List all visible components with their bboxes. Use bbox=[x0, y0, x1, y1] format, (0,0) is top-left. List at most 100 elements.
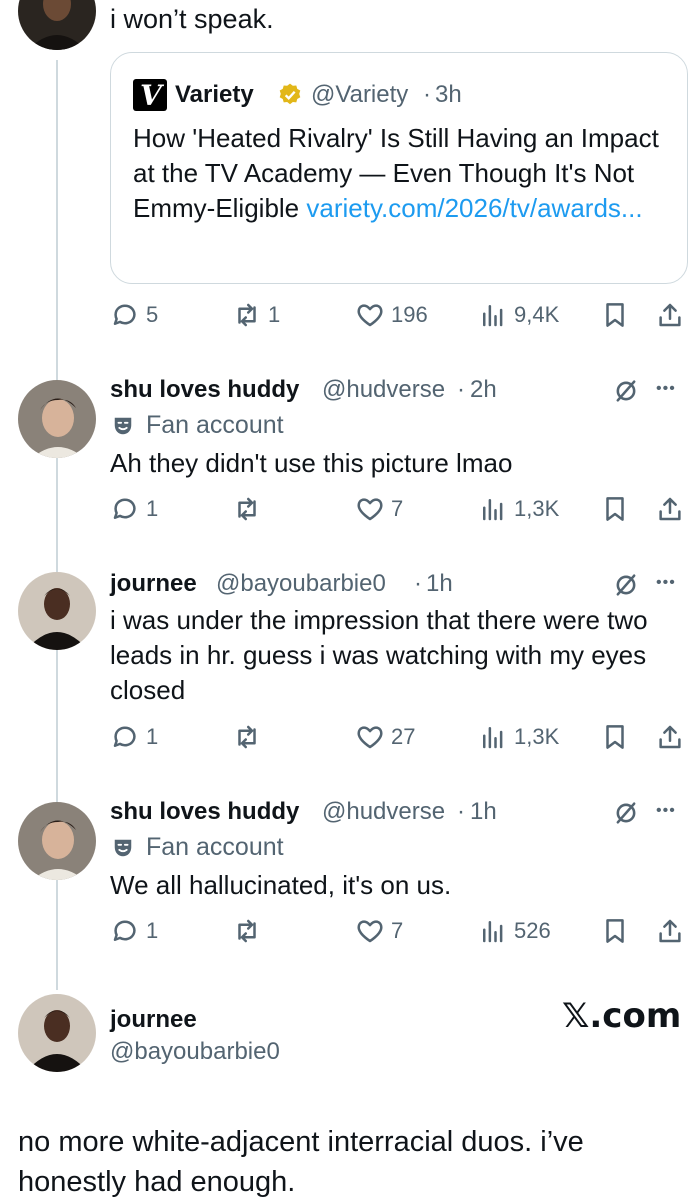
heart-icon bbox=[357, 726, 383, 749]
avatar[interactable] bbox=[18, 994, 96, 1072]
views-count: 526 bbox=[514, 918, 551, 943]
fan-account-label: Fan account bbox=[146, 411, 284, 439]
reply-author-name[interactable]: shu loves huddy bbox=[110, 376, 299, 404]
quote-time: 3h bbox=[435, 81, 462, 108]
fan-account-icon bbox=[112, 837, 134, 864]
reply-author-handle[interactable]: @bayoubarbie0 bbox=[216, 570, 386, 598]
repost-icon bbox=[238, 725, 256, 749]
reply-button[interactable]: 5 bbox=[110, 300, 158, 330]
variety-logo-letter: V bbox=[140, 79, 162, 112]
repost-button[interactable] bbox=[232, 722, 268, 752]
reply-time: 1h bbox=[426, 570, 453, 597]
like-count: 7 bbox=[391, 496, 404, 521]
like-button[interactable]: 7 bbox=[355, 494, 403, 524]
share-icon bbox=[659, 919, 681, 943]
quote-dot: · bbox=[423, 81, 431, 108]
bookmark-icon bbox=[606, 725, 624, 749]
heart-icon bbox=[357, 498, 383, 521]
grok-icon[interactable] bbox=[612, 799, 640, 832]
avatar[interactable] bbox=[18, 0, 96, 50]
bookmark-icon bbox=[606, 919, 624, 943]
reply-author-handle[interactable]: @hudverse bbox=[322, 376, 445, 404]
heart-icon bbox=[357, 920, 383, 943]
more-icon[interactable]: ••• bbox=[656, 802, 676, 820]
grok-icon[interactable] bbox=[612, 571, 640, 604]
bookmark-icon bbox=[606, 497, 624, 521]
bookmark-button[interactable] bbox=[600, 494, 630, 524]
avatar[interactable] bbox=[18, 802, 96, 880]
views-button[interactable]: 526 bbox=[478, 916, 551, 946]
like-button[interactable]: 27 bbox=[355, 722, 415, 752]
reply-count: 1 bbox=[146, 918, 159, 943]
views-count: 9,4K bbox=[514, 302, 560, 327]
reply-count: 1 bbox=[146, 724, 159, 749]
reply-count: 5 bbox=[146, 302, 159, 327]
time-dot: · bbox=[457, 798, 465, 825]
reply-button[interactable]: 1 bbox=[110, 916, 158, 946]
fan-account-label: Fan account bbox=[146, 833, 284, 861]
reply-button[interactable]: 1 bbox=[110, 494, 158, 524]
share-icon bbox=[659, 303, 681, 327]
quoted-tweet-card[interactable]: V Variety @Variety · 3h How 'Heated Riva… bbox=[110, 52, 688, 284]
avatar[interactable] bbox=[18, 380, 96, 458]
repost-count: 1 bbox=[268, 302, 281, 327]
reply-author-name[interactable]: shu loves huddy bbox=[110, 798, 299, 826]
reply-text: i was under the impression that there we… bbox=[110, 605, 648, 705]
variety-logo: V bbox=[133, 79, 167, 112]
reply-time: 1h bbox=[470, 798, 497, 825]
quote-link[interactable]: variety.com/2026/tv/awards... bbox=[306, 193, 642, 223]
share-icon bbox=[659, 497, 681, 521]
repost-button[interactable]: 1 bbox=[232, 300, 280, 330]
reply-author-handle[interactable]: @hudverse bbox=[322, 798, 445, 826]
reply-icon bbox=[113, 304, 136, 325]
reply-time: 2h bbox=[470, 376, 497, 403]
like-count: 27 bbox=[391, 724, 416, 749]
avatar[interactable] bbox=[18, 572, 96, 650]
views-button[interactable]: 1,3K bbox=[478, 722, 559, 752]
views-icon bbox=[483, 921, 503, 943]
views-button[interactable]: 1,3K bbox=[478, 494, 559, 524]
more-icon[interactable]: ••• bbox=[656, 574, 676, 592]
reply-author-name[interactable]: journee bbox=[110, 570, 197, 598]
like-button[interactable]: 7 bbox=[355, 916, 403, 946]
bookmark-icon bbox=[606, 303, 624, 327]
views-icon bbox=[483, 305, 503, 327]
repost-icon bbox=[238, 497, 256, 521]
views-count: 1,3K bbox=[514, 496, 560, 521]
more-icon[interactable]: ••• bbox=[656, 380, 676, 398]
repost-button[interactable] bbox=[232, 916, 268, 946]
tweet-text: i won’t speak. bbox=[110, 4, 274, 34]
time-dot: · bbox=[457, 376, 465, 403]
share-button[interactable] bbox=[655, 494, 685, 524]
views-icon bbox=[483, 727, 503, 749]
tweet-text: no more white-adjacent interracial duos.… bbox=[18, 1126, 584, 1198]
bookmark-button[interactable] bbox=[600, 722, 630, 752]
views-button[interactable]: 9,4K bbox=[478, 300, 559, 330]
quote-source-name[interactable]: Variety bbox=[175, 81, 254, 109]
share-icon bbox=[659, 725, 681, 749]
share-button[interactable] bbox=[655, 722, 685, 752]
heart-icon bbox=[357, 304, 383, 327]
repost-icon bbox=[238, 919, 256, 943]
time-dot: · bbox=[414, 570, 422, 597]
views-count: 1,3K bbox=[514, 724, 560, 749]
quote-text-block: How 'Heated Rivalry' Is Still Having an … bbox=[133, 121, 663, 226]
like-button[interactable]: 196 bbox=[355, 300, 428, 330]
reply-count: 1 bbox=[146, 496, 159, 521]
quote-source-handle[interactable]: @Variety bbox=[311, 81, 408, 109]
share-button[interactable] bbox=[655, 916, 685, 946]
reply-icon bbox=[113, 726, 136, 747]
author-name[interactable]: journee bbox=[110, 1006, 197, 1034]
bookmark-button[interactable] bbox=[600, 300, 630, 330]
repost-button[interactable] bbox=[232, 494, 268, 524]
reply-icon bbox=[113, 498, 136, 519]
reply-text: Ah they didn't use this picture lmao bbox=[110, 448, 513, 478]
like-count: 7 bbox=[391, 918, 404, 943]
bookmark-button[interactable] bbox=[600, 916, 630, 946]
grok-icon[interactable] bbox=[612, 377, 640, 410]
like-count: 196 bbox=[391, 302, 428, 327]
author-handle[interactable]: @bayoubarbie0 bbox=[110, 1038, 280, 1066]
reply-button[interactable]: 1 bbox=[110, 722, 158, 752]
share-button[interactable] bbox=[655, 300, 685, 330]
repost-icon bbox=[238, 303, 256, 327]
